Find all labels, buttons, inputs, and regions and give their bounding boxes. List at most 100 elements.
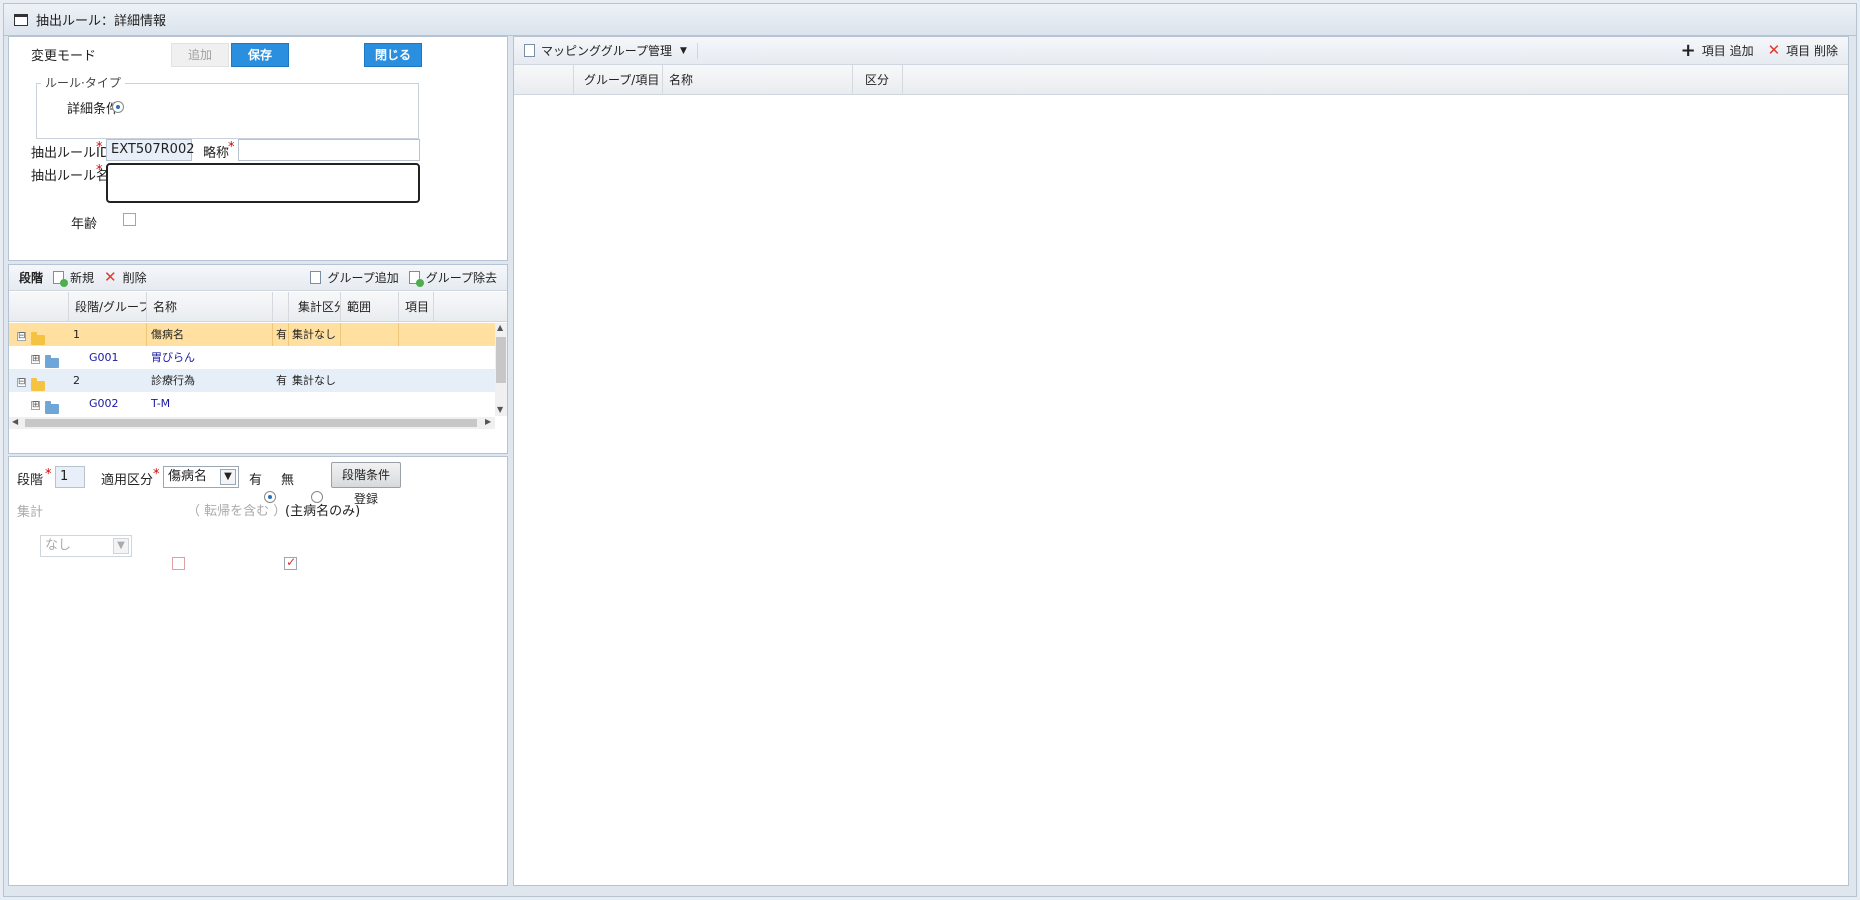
horizontal-scroll-thumb[interactable] — [25, 419, 477, 427]
apply-select-value: 傷病名 — [168, 469, 208, 484]
col-aggregation[interactable]: 集計区分 — [289, 292, 341, 322]
short-name-field[interactable] — [238, 139, 420, 161]
chevron-down-icon: ▼ — [113, 538, 129, 554]
collapse-icon[interactable]: ⊟ — [17, 378, 26, 387]
row-name: 診療行為 — [151, 374, 195, 387]
stage-panel: 段階 新規 ✕ 削除 グループ追加 グループ除去 段階/グループ 名称 集計区分… — [8, 264, 508, 454]
group-remove-button[interactable]: グループ除去 — [408, 269, 497, 287]
group-add-label: グループ追加 — [327, 271, 399, 285]
folder-icon — [45, 401, 59, 414]
apply-required: * — [153, 467, 160, 482]
main-only-checkbox[interactable]: ✓ — [284, 555, 298, 570]
mapping-group-menu[interactable]: マッピンググループ管理 ▼ — [524, 42, 687, 59]
rule-name-field[interactable] — [106, 163, 420, 203]
add-button[interactable]: 追加 — [171, 43, 229, 67]
item-add-label: 項目 追加 — [1701, 44, 1754, 58]
apply-select[interactable]: 傷病名 ▼ — [163, 466, 239, 488]
col-name[interactable]: 名称 — [147, 292, 273, 322]
check-icon: ✓ — [286, 555, 297, 569]
new-document-icon — [53, 271, 69, 287]
close-button[interactable]: 閉じる — [364, 43, 422, 67]
stage-required: * — [45, 467, 52, 482]
new-stage-button[interactable]: 新規 — [53, 269, 95, 287]
vertical-scroll-thumb[interactable] — [496, 337, 506, 383]
short-name-required: * — [228, 140, 235, 155]
group-remove-label: グループ除去 — [425, 271, 497, 285]
stage-field[interactable]: 1 — [55, 466, 85, 488]
expand-icon[interactable]: ⊞ — [31, 355, 40, 364]
col-blank — [514, 65, 574, 95]
col-stage-group[interactable]: 段階/グループ — [69, 292, 147, 322]
col-category[interactable]: 区分 — [853, 65, 903, 95]
col-item[interactable]: 項目 — [399, 292, 434, 322]
include-transfer-checkbox[interactable] — [172, 557, 185, 570]
window-icon — [14, 13, 28, 26]
scroll-left-icon[interactable]: ◀ — [12, 417, 18, 426]
col-mapping-name[interactable]: 名称 — [663, 65, 853, 95]
scroll-down-icon[interactable]: ▼ — [497, 405, 503, 414]
row-id: 1 — [69, 323, 147, 346]
mapping-toolbar: マッピンググループ管理 ▼ + 項目 追加 ✕ 項目 削除 — [514, 37, 1848, 65]
rule-name-required: * — [96, 163, 103, 178]
stage-condition-panel: 段階 * 1 適用区分 * 傷病名 ▼ 有 無 段階条件登録 集計 なし ▼ （… — [8, 456, 508, 886]
row-flag: 有 — [276, 374, 287, 387]
delete-stage-button[interactable]: ✕ 削除 — [104, 269, 147, 286]
stage-label: 段階 — [17, 473, 44, 488]
group-remove-icon — [408, 271, 424, 287]
delete-icon: ✕ — [104, 268, 117, 286]
col-group-item[interactable]: グループ/項目 — [574, 65, 663, 95]
row-name[interactable]: T-M — [147, 392, 273, 415]
item-delete-button[interactable]: ✕ 項目 削除 — [1768, 42, 1838, 59]
item-add-button[interactable]: + 項目 追加 — [1680, 39, 1754, 61]
scroll-right-icon[interactable]: ▶ — [485, 417, 491, 426]
age-label: 年齢 — [71, 217, 98, 232]
table-row[interactable]: ⊟ 1 傷病名 有 集計なし — [9, 323, 495, 346]
rule-type-radio[interactable] — [112, 101, 124, 113]
item-delete-label: 項目 削除 — [1786, 44, 1838, 58]
document-icon — [524, 44, 535, 57]
plus-icon: + — [1680, 39, 1696, 61]
new-stage-label: 新規 — [70, 271, 95, 285]
save-button[interactable]: 保存 — [231, 43, 289, 67]
table-row[interactable]: ⊟ 2 診療行為 有 集計なし — [9, 369, 495, 392]
mapping-panel: マッピンググループ管理 ▼ + 項目 追加 ✕ 項目 削除 グループ/項目 名称… — [513, 36, 1849, 886]
yes-label: 有 — [249, 473, 263, 488]
no-label: 無 — [281, 473, 295, 488]
col-tree — [9, 292, 69, 322]
row-id[interactable]: G001 — [85, 346, 147, 369]
rule-type-legend: ルール·タイプ — [41, 74, 125, 91]
col-flag[interactable] — [273, 292, 289, 322]
col-range[interactable]: 範囲 — [341, 292, 399, 322]
aggregation-select[interactable]: なし ▼ — [40, 535, 132, 557]
delete-stage-label: 削除 — [122, 271, 147, 285]
rule-form-panel: 変更モード 追加 保存 閉じる ルール·タイプ 詳細条件 抽出ルールID * E… — [8, 36, 508, 261]
age-checkbox[interactable] — [123, 213, 137, 226]
include-transfer-label: （ 転帰を含む ） — [187, 504, 287, 519]
group-add-icon — [310, 271, 322, 284]
collapse-icon[interactable]: ⊟ — [17, 332, 26, 341]
group-add-button[interactable]: グループ追加 — [310, 269, 399, 286]
row-aggregation: 集計なし — [289, 323, 341, 346]
folder-icon — [45, 355, 59, 368]
window-title: 抽出ルール：詳細情報 — [36, 14, 167, 29]
window-titlebar: 抽出ルール：詳細情報 — [4, 4, 1856, 36]
expand-icon[interactable]: ⊞ — [31, 401, 40, 410]
stage-toolbar: 段階 新規 ✕ 削除 グループ追加 グループ除去 — [9, 265, 507, 291]
toolbar-divider — [696, 42, 698, 59]
rule-id-field[interactable]: EXT507R002 — [106, 139, 195, 161]
table-row[interactable]: ⊞ G001 胃びらん — [9, 346, 495, 369]
chevron-down-icon: ▼ — [680, 45, 687, 56]
mapping-menu-label: マッピンググループ管理 — [541, 44, 673, 58]
scroll-up-icon[interactable]: ▲ — [497, 323, 503, 332]
row-name[interactable]: 胃びらん — [147, 346, 273, 369]
table-row[interactable]: ⊞ G002 T-M — [9, 392, 495, 415]
register-stage-button[interactable]: 段階条件登録 — [331, 462, 401, 506]
folder-icon — [31, 332, 45, 345]
row-id[interactable]: G002 — [85, 392, 147, 415]
row-flag: 有 — [273, 323, 289, 346]
chevron-down-icon: ▼ — [220, 469, 236, 485]
horizontal-scrollbar[interactable]: ◀ ▶ — [9, 417, 495, 429]
short-name-label: 略称 — [203, 146, 230, 161]
vertical-scrollbar[interactable]: ▲ ▼ — [495, 323, 507, 416]
row-name: 傷病名 — [147, 323, 273, 346]
